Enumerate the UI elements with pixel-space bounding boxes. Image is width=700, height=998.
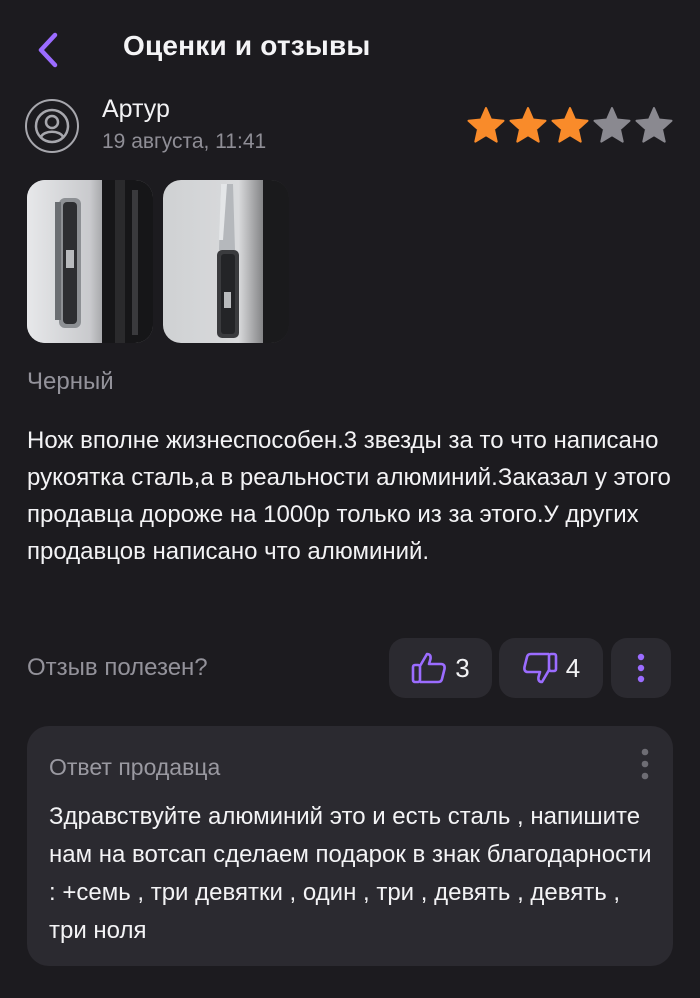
like-button[interactable]: 3 (389, 638, 492, 698)
seller-reply-title: Ответ продавца (49, 754, 221, 780)
knife-open-photo[interactable] (163, 180, 289, 343)
dislike-count: 4 (565, 652, 581, 683)
thumbs-down-icon (522, 652, 558, 684)
star-empty-icon (635, 107, 673, 143)
thumbs-up-icon (411, 652, 447, 684)
star-empty-icon (593, 107, 631, 143)
back-button[interactable] (24, 26, 72, 74)
review-more-button[interactable] (611, 638, 671, 698)
helpful-label: Отзыв полезен? (27, 654, 208, 681)
more-vertical-icon (641, 748, 649, 780)
rating-stars (466, 105, 674, 145)
seller-reply-text: Здравствуйте алюминий это и есть сталь ,… (49, 803, 652, 944)
like-count: 3 (455, 652, 470, 683)
review-date: 19 августа, 11:41 (102, 130, 267, 153)
review-header: Артур 19 августа, 11:41 (0, 95, 700, 165)
review-text: Нож вполне жизнеспособен.3 звезды за то … (27, 427, 671, 565)
review-photos (27, 180, 289, 343)
avatar (25, 99, 79, 153)
dislike-button[interactable]: 4 (499, 638, 603, 698)
seller-reply-card: Ответ продавца Здравствуйте алюминий это… (27, 726, 673, 966)
knife-closed-photo[interactable] (27, 180, 153, 343)
variant-label: Черный (27, 368, 114, 395)
page-title: Оценки и отзывы (123, 30, 371, 61)
star-filled-icon (509, 107, 547, 143)
author-name: Артур (102, 95, 170, 123)
chevron-left-icon (38, 32, 58, 68)
more-vertical-icon (637, 653, 645, 683)
star-filled-icon (551, 107, 589, 143)
top-app-bar: Оценки и отзывы (0, 0, 700, 100)
star-filled-icon (467, 107, 505, 143)
seller-reply-more-button[interactable] (633, 744, 657, 784)
user-icon (34, 108, 70, 144)
